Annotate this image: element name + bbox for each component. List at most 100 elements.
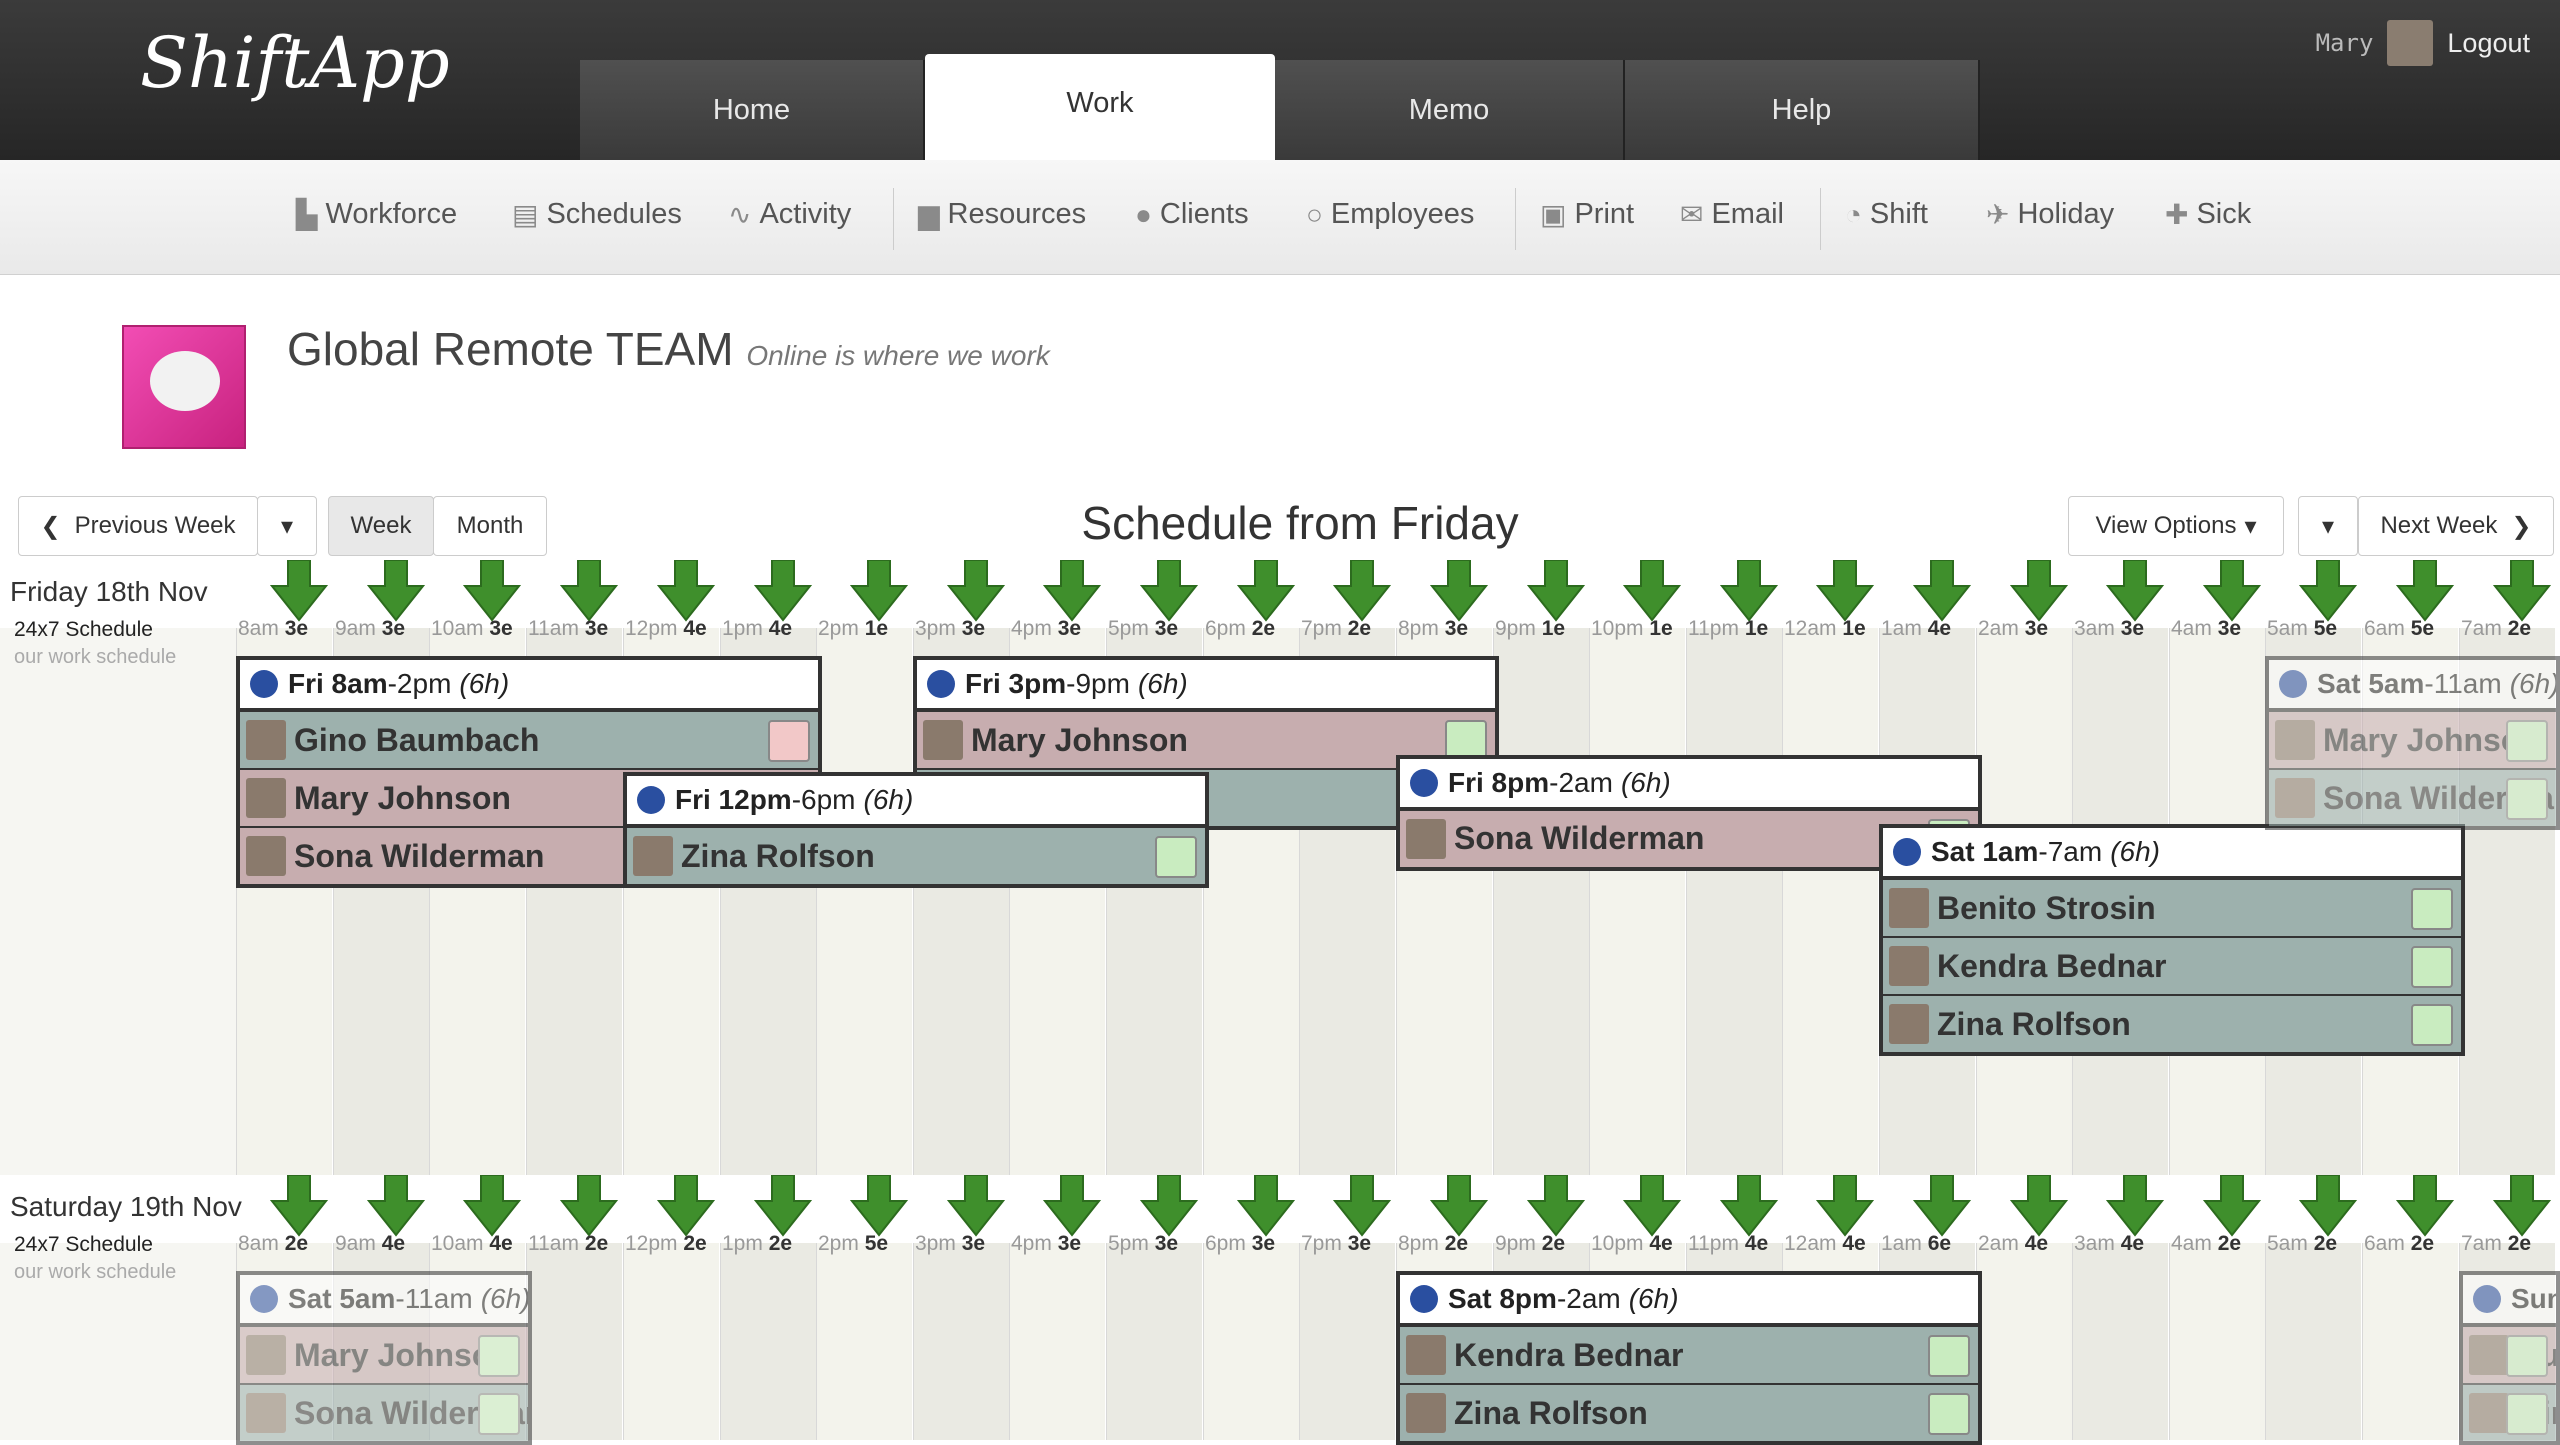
shift-assignee[interactable]: Gino (2463, 1383, 2556, 1441)
hour-count: 3e (1057, 617, 1082, 640)
shift-card[interactable]: Sat 5am -11am (6h) Mary Johnson Sona Wilderm… (2265, 656, 2560, 830)
shift-assignee[interactable]: Kendra Bednar (1883, 936, 2461, 995)
menu-sick[interactable]: ✚ Sick (2165, 198, 2251, 231)
menu-employees[interactable]: ○ Employees (1306, 198, 1474, 231)
hour-label: 5am 5e (2267, 617, 2337, 641)
shift-assignee[interactable]: Benito Strosin (1883, 878, 2461, 937)
status-checkbox[interactable] (768, 720, 810, 762)
menu-shift[interactable]: ◔ Shift (1845, 198, 1928, 231)
hour-time: 9am (335, 617, 376, 640)
hour-label: 4pm 3e (1011, 1232, 1081, 1256)
hour-column (1589, 628, 1685, 1175)
avatar (633, 836, 673, 876)
shift-card[interactable]: SunAugustGino (2459, 1271, 2560, 1445)
staffing-arrow-icon (2492, 1174, 2552, 1237)
status-checkbox[interactable] (1928, 1393, 1970, 1435)
status-checkbox[interactable] (478, 1335, 520, 1377)
status-checkbox[interactable] (1928, 1335, 1970, 1377)
status-checkbox[interactable] (2506, 720, 2548, 762)
avatar (246, 836, 286, 876)
tab-memo[interactable]: Memo (1275, 60, 1625, 160)
speech-bubble-icon (150, 351, 220, 411)
shift-assignee[interactable]: Gino Baumbach (240, 710, 818, 768)
next-week-dropdown[interactable]: ▾ (2298, 496, 2358, 556)
shift-assignee[interactable]: Zina Rolfson (627, 826, 1205, 884)
hour-time: 12am (1784, 617, 1837, 640)
hour-time: 3am (2074, 617, 2115, 640)
shift-duration: (6h) (863, 784, 914, 815)
shift-end: -7am (2038, 836, 2103, 868)
clock-icon (2279, 670, 2307, 698)
status-checkbox[interactable] (478, 1393, 520, 1435)
menu-resources[interactable]: ▆ Resources (918, 198, 1086, 231)
hour-label: 10am 3e (431, 617, 513, 641)
menu-label: Employees (1330, 198, 1475, 230)
shift-card[interactable]: Sat 1am -7am (6h) Benito Strosin Kendra Bedn… (1879, 824, 2465, 1057)
menu-activity[interactable]: ∿ Activity (728, 198, 851, 231)
person-icon: ● (1135, 198, 1152, 230)
shift-start: Sat 8pm (1448, 1283, 1557, 1314)
previous-week-dropdown[interactable]: ▾ (257, 496, 317, 556)
status-checkbox[interactable] (2506, 778, 2548, 820)
status-checkbox[interactable] (1155, 836, 1197, 878)
avatar (1406, 818, 1446, 859)
shift-assignee[interactable]: Zina Rolfson (1400, 1383, 1978, 1441)
hour-count: 2e (768, 1232, 793, 1255)
hour-count: 2e (2217, 1232, 2242, 1255)
hour-time: 5am (2267, 617, 2308, 640)
next-week-button[interactable]: Next Week ❯ (2358, 496, 2554, 556)
chevron-right-icon: ❯ (2511, 512, 2532, 540)
view-options-button[interactable]: View Options ▾ (2068, 496, 2284, 556)
staffing-arrow-icon (1526, 1174, 1586, 1237)
status-checkbox[interactable] (2506, 1335, 2548, 1377)
clock-icon (637, 786, 665, 814)
staffing-arrow-icon (269, 1174, 329, 1237)
hour-label: 12pm 4e (625, 617, 707, 641)
previous-week-button[interactable]: ❮ Previous Week (18, 496, 258, 556)
menu-label: Activity (759, 198, 852, 230)
shift-end: -2pm (387, 668, 452, 699)
status-checkbox[interactable] (2411, 946, 2453, 989)
shift-card[interactable]: Fri 12pm -6pm (6h) Zina Rolfson (623, 772, 1209, 888)
shift-header: Sat 5am -11am (6h) (2269, 660, 2556, 710)
staffing-arrow-icon (462, 1174, 522, 1237)
app-logo[interactable]: ShiftApp (140, 22, 450, 104)
staffing-arrow-icon (2202, 1174, 2262, 1237)
menu-clients[interactable]: ● Clients (1135, 198, 1249, 231)
shift-card[interactable]: Sat 8pm -2am (6h) Kendra Bednar Zina Rolfson (1396, 1271, 1982, 1445)
menu-email[interactable]: ✉ Email (1680, 198, 1784, 231)
shift-assignee[interactable]: Mary Johnson (2269, 710, 2556, 768)
staffing-arrow-icon (559, 559, 619, 622)
status-checkbox[interactable] (2506, 1393, 2548, 1435)
shift-assignee[interactable]: Sona Wilderman (2269, 768, 2556, 826)
shift-card[interactable]: Sat 5am -11am (6h) Mary Johnson Sona Wilderm… (236, 1271, 532, 1445)
hour-time: 10am (431, 1232, 484, 1255)
menu-schedules[interactable]: ▤ Schedules (512, 198, 682, 231)
user-avatar[interactable] (2387, 20, 2434, 66)
status-checkbox[interactable] (2411, 888, 2453, 931)
hour-label: 9am 4e (335, 1232, 405, 1256)
shift-assignee[interactable]: Mary Johnson (240, 1325, 528, 1383)
shift-assignee[interactable]: August (2463, 1325, 2556, 1383)
hour-count: 4e (381, 1232, 406, 1255)
staffing-arrow-icon (1139, 559, 1199, 622)
hour-column (913, 1243, 1009, 1440)
shift-assignee[interactable]: Kendra Bednar (1400, 1325, 1978, 1383)
assignee-name: Kendra Bednar (1454, 1336, 1684, 1373)
tab-home[interactable]: Home (580, 60, 925, 160)
schedule-name: 24x7 Schedule (14, 1233, 153, 1256)
week-view-button[interactable]: Week (328, 496, 434, 556)
shift-assignee[interactable]: Zina Rolfson (1883, 994, 2461, 1053)
tab-work[interactable]: Work (925, 54, 1275, 160)
menu-holiday[interactable]: ✈ Holiday (1986, 198, 2114, 231)
status-checkbox[interactable] (2411, 1004, 2453, 1047)
logout-link[interactable]: Logout (2447, 28, 2530, 59)
day-section-saturday: Saturday 19th Nov 24x7 Schedule our work s… (0, 1174, 2560, 1445)
menu-workforce[interactable]: ▙ Workforce (296, 198, 457, 231)
avatar (246, 778, 286, 818)
month-view-button[interactable]: Month (433, 496, 547, 556)
tab-help[interactable]: Help (1625, 60, 1980, 160)
shift-assignee[interactable]: Sona Wilderman (240, 1383, 528, 1441)
hour-time: 5pm (1108, 1232, 1149, 1255)
menu-print[interactable]: ▣ Print (1540, 198, 1634, 231)
